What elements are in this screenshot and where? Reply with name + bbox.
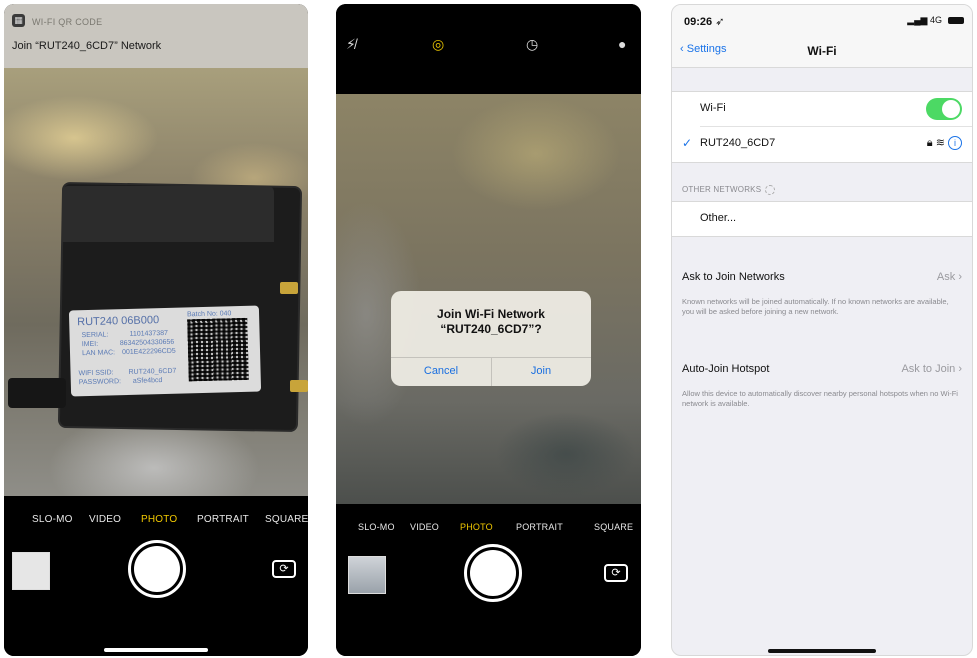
label-password-key: PASSWORD:	[78, 378, 122, 387]
connected-network-row[interactable]: ✓ RUT240_6CD7 🔒︎ ≋ i	[672, 127, 972, 161]
mode-square[interactable]: SQUARE	[594, 522, 633, 532]
notification-app-name: WI-FI QR CODE	[32, 17, 103, 27]
other-network-label: Other...	[700, 212, 737, 224]
loading-spinner-icon	[765, 185, 776, 195]
join-button[interactable]: Join	[491, 357, 591, 386]
device-label-sticker: RUT240 06B000 Batch No: 040 SERIAL: 1101…	[68, 305, 262, 397]
auto-join-hotspot-label[interactable]: Auto-Join Hotspot	[682, 363, 769, 375]
connected-network-name: RUT240_6CD7	[700, 137, 776, 149]
label-model: RUT240 06B000	[77, 314, 160, 329]
camera-mode-selector[interactable]: SLO-MO VIDEO PHOTO PORTRAIT SQUARE	[336, 522, 641, 538]
ask-to-join-value[interactable]: Ask ›	[937, 271, 962, 283]
qr-code-image	[187, 317, 249, 382]
status-bar: 09:26 ➶ ▂▄▆ 4G	[672, 5, 972, 35]
wifi-label: Wi-Fi	[700, 102, 726, 114]
live-photo-icon[interactable]: ◎	[432, 36, 444, 53]
auto-join-hotspot-footnote: Allow this device to automatically disco…	[682, 389, 958, 408]
camera-mode-selector[interactable]: SLO-MO VIDEO PHOTO PORTRAIT SQUARE	[4, 514, 308, 530]
lock-icon: 🔒︎	[926, 137, 933, 149]
filters-icon[interactable]: ●	[618, 36, 626, 52]
flash-off-icon[interactable]: ⚡̸	[346, 36, 356, 53]
label-serial-value: 1101437387	[129, 329, 169, 338]
cable	[8, 378, 66, 408]
checkmark-icon: ✓	[682, 136, 693, 150]
mode-portrait[interactable]: PORTRAIT	[197, 514, 249, 525]
battery-icon	[948, 17, 964, 24]
screen-camera-join-alert: ⚡̸ ◎ ◷ ● Join Wi-Fi Network “RUT240_6CD7…	[336, 4, 641, 656]
screen-wifi-settings: 09:26 ➶ ▂▄▆ 4G ‹ Settings Wi-Fi Wi-Fi ✓ …	[671, 4, 973, 656]
camera-controls: SLO-MO VIDEO PHOTO PORTRAIT SQUARE ⟳	[336, 504, 641, 656]
router-top-panel	[62, 186, 274, 242]
info-icon[interactable]: i	[948, 136, 962, 150]
switch-camera-icon[interactable]: ⟳	[272, 560, 296, 578]
label-mac-value: 001E422296CD5	[121, 347, 176, 357]
shutter-button[interactable]	[128, 540, 186, 598]
other-networks-header: OTHER NETWORKS	[682, 185, 776, 195]
join-wifi-alert: Join Wi-Fi Network “RUT240_6CD7”? Cancel…	[391, 291, 591, 386]
ask-to-join-footnote: Known networks will be joined automatica…	[682, 297, 949, 316]
navigation-bar: ‹ Settings Wi-Fi	[672, 35, 972, 68]
network-status-icons: 🔒︎ ≋ i	[927, 136, 962, 150]
status-network: ▂▄▆ 4G	[907, 15, 942, 25]
mode-photo[interactable]: PHOTO	[460, 522, 493, 532]
label-imei-value: 86342504330656	[119, 338, 175, 348]
switch-camera-icon[interactable]: ⟳	[604, 564, 628, 582]
join-settings-group: Ask to Join Networks Ask › Known network…	[672, 259, 972, 433]
wifi-toggle[interactable]	[926, 98, 962, 120]
mode-video[interactable]: VIDEO	[89, 514, 121, 525]
other-network-row[interactable]: Other...	[672, 202, 972, 236]
wifi-signal-icon: ≋	[935, 137, 945, 149]
wifi-group: Wi-Fi ✓ RUT240_6CD7 🔒︎ ≋ i	[672, 91, 972, 163]
other-network-group: Other...	[672, 201, 972, 237]
antenna-connector	[280, 282, 298, 294]
label-password-value: aSfe4bcd	[132, 377, 163, 385]
alert-title-line: Join Wi-Fi Network	[437, 307, 545, 321]
camera-top-bar: ⚡̸ ◎ ◷ ●	[336, 4, 641, 94]
label-serial-key: SERIAL:	[81, 331, 109, 340]
alert-title: Join Wi-Fi Network “RUT240_6CD7”?	[391, 307, 591, 337]
home-indicator[interactable]	[104, 648, 208, 652]
mode-photo[interactable]: PHOTO	[141, 514, 177, 525]
label-imei-key: IMEI:	[81, 340, 99, 349]
antenna-connector	[290, 380, 308, 392]
photo-thumbnail[interactable]	[12, 552, 50, 590]
wifi-toggle-row: Wi-Fi	[672, 92, 972, 126]
status-time: 09:26 ➶	[684, 16, 725, 28]
mode-slo-mo[interactable]: SLO-MO	[358, 522, 395, 532]
notification-message: Join “RUT240_6CD7” Network	[12, 40, 162, 52]
mode-square[interactable]: SQUARE	[265, 514, 308, 525]
camera-controls: SLO-MO VIDEO PHOTO PORTRAIT SQUARE ⟳	[4, 496, 308, 656]
mode-portrait[interactable]: PORTRAIT	[516, 522, 563, 532]
label-mac-key: LAN MAC:	[81, 349, 116, 358]
ask-to-join-label[interactable]: Ask to Join Networks	[682, 271, 785, 283]
label-ssid-value: RUT240_6CD7	[128, 367, 177, 376]
timer-icon[interactable]: ◷	[526, 36, 538, 53]
alert-network-name: “RUT240_6CD7”?	[440, 322, 542, 336]
photo-thumbnail[interactable]	[348, 556, 386, 594]
page-title: Wi-Fi	[807, 44, 837, 58]
home-indicator[interactable]	[768, 649, 876, 653]
screen-camera-qr-scan: ▦ WI-FI QR CODE Join “RUT240_6CD7” Netwo…	[4, 4, 308, 656]
qr-code-icon: ▦	[12, 14, 25, 27]
mode-slo-mo[interactable]: SLO-MO	[32, 514, 73, 525]
mode-video[interactable]: VIDEO	[410, 522, 439, 532]
auto-join-hotspot-value[interactable]: Ask to Join ›	[901, 363, 962, 375]
label-batch: Batch No: 040	[186, 310, 232, 319]
wifi-qr-notification[interactable]: ▦ WI-FI QR CODE Join “RUT240_6CD7” Netwo…	[4, 4, 308, 68]
cancel-button[interactable]: Cancel	[391, 357, 491, 386]
label-ssid-key: WIFI SSID:	[78, 369, 114, 378]
shutter-button[interactable]	[464, 544, 522, 602]
